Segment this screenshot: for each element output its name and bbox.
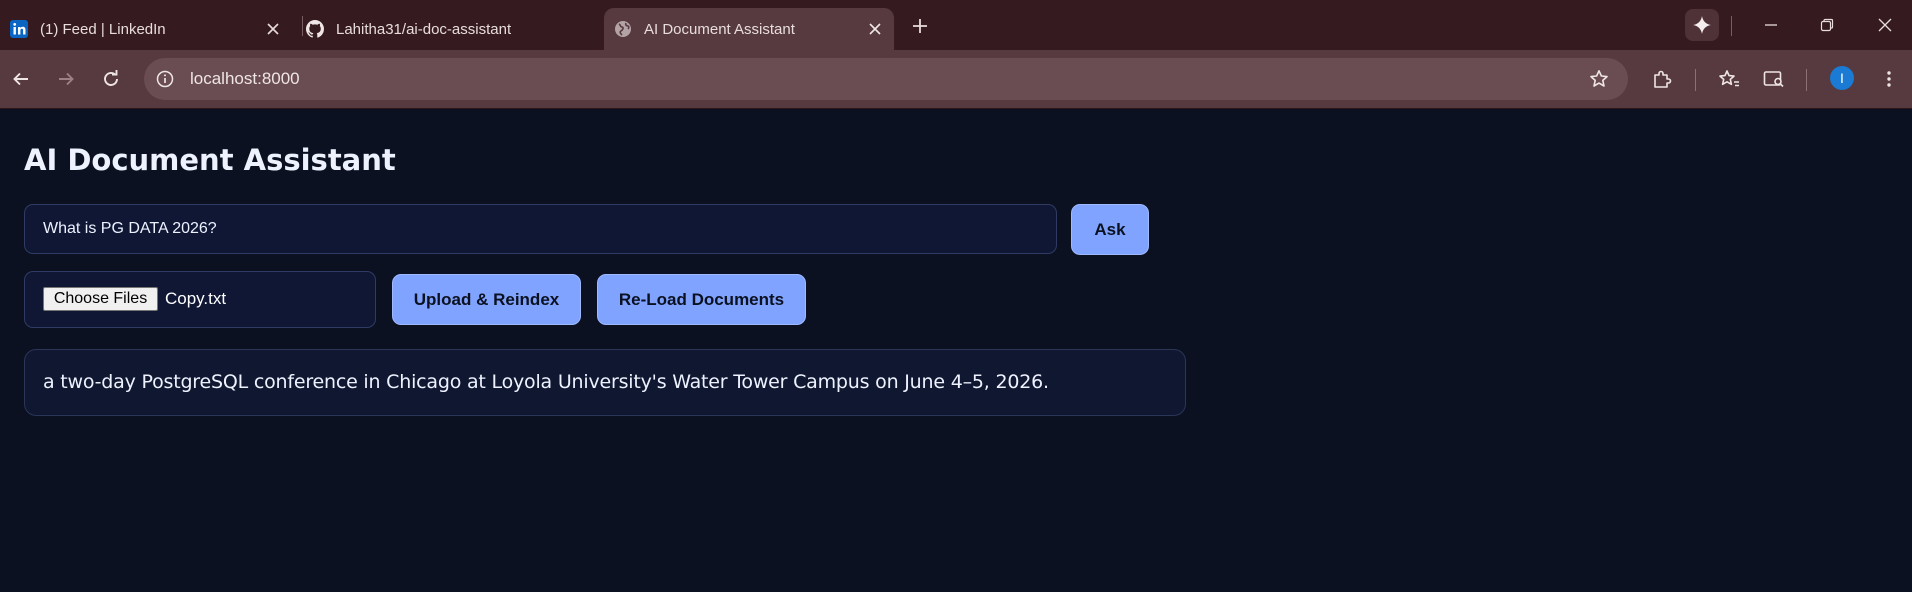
new-tab-button[interactable] [909, 15, 931, 37]
extensions-puzzle-icon[interactable] [1650, 67, 1674, 91]
sparkle-icon[interactable] [1685, 9, 1719, 41]
selected-file-name: Copy.txt [165, 289, 227, 308]
close-window-icon[interactable] [1873, 13, 1897, 37]
forward-arrow-icon[interactable] [54, 67, 78, 91]
tab-github[interactable]: Lahitha31/ai-doc-assistant [306, 8, 594, 50]
answer-panel: a two-day PostgreSQL conference in Chica… [24, 349, 1186, 416]
tab-title: (1) Feed | LinkedIn [40, 20, 166, 38]
tab-divider [302, 16, 303, 36]
tab-divider [1731, 16, 1732, 36]
tab-ai-document-assistant[interactable]: AI Document Assistant [604, 8, 894, 50]
tab-title: Lahitha31/ai-doc-assistant [336, 20, 512, 38]
upload-reindex-button[interactable]: Upload & Reindex [392, 274, 581, 325]
more-menu-icon[interactable] [1877, 67, 1901, 91]
close-tab-icon[interactable] [866, 20, 884, 38]
github-icon [306, 20, 324, 38]
reload-icon[interactable] [99, 67, 123, 91]
answer-text: a two-day PostgreSQL conference in Chica… [43, 371, 1049, 393]
back-arrow-icon[interactable] [9, 67, 33, 91]
file-picker: Choose Files Copy.txt [24, 271, 376, 328]
question-input[interactable] [24, 204, 1057, 254]
url-text: localhost:8000 [190, 69, 300, 88]
page-content: AI Document Assistant Ask Choose Files C… [0, 109, 1912, 592]
tab-search-icon[interactable] [1762, 67, 1786, 91]
tab-linkedin[interactable]: (1) Feed | LinkedIn [10, 8, 292, 50]
page-title: AI Document Assistant [24, 143, 396, 177]
site-info-icon[interactable] [154, 68, 176, 90]
linkedin-icon [10, 20, 28, 38]
restore-icon[interactable] [1815, 13, 1839, 37]
close-tab-icon[interactable] [264, 20, 282, 38]
browser-toolbar: localhost:8000 [0, 50, 1912, 109]
choose-files-button[interactable]: Choose Files [43, 287, 158, 311]
globe-icon [614, 20, 632, 38]
bookmarks-star-list-icon[interactable] [1717, 67, 1741, 91]
profile-avatar[interactable]: I [1830, 66, 1854, 90]
tab-strip: (1) Feed | LinkedIn Lahitha31/ai-doc-ass… [0, 0, 1912, 50]
minimize-icon[interactable] [1759, 13, 1783, 37]
ask-button[interactable]: Ask [1071, 204, 1149, 255]
reload-documents-button[interactable]: Re-Load Documents [597, 274, 806, 325]
address-bar[interactable]: localhost:8000 [144, 58, 1628, 100]
toolbar-divider [1806, 69, 1807, 91]
toolbar-divider [1695, 69, 1696, 91]
bookmark-star-icon[interactable] [1588, 68, 1610, 90]
tab-title: AI Document Assistant [644, 20, 795, 38]
